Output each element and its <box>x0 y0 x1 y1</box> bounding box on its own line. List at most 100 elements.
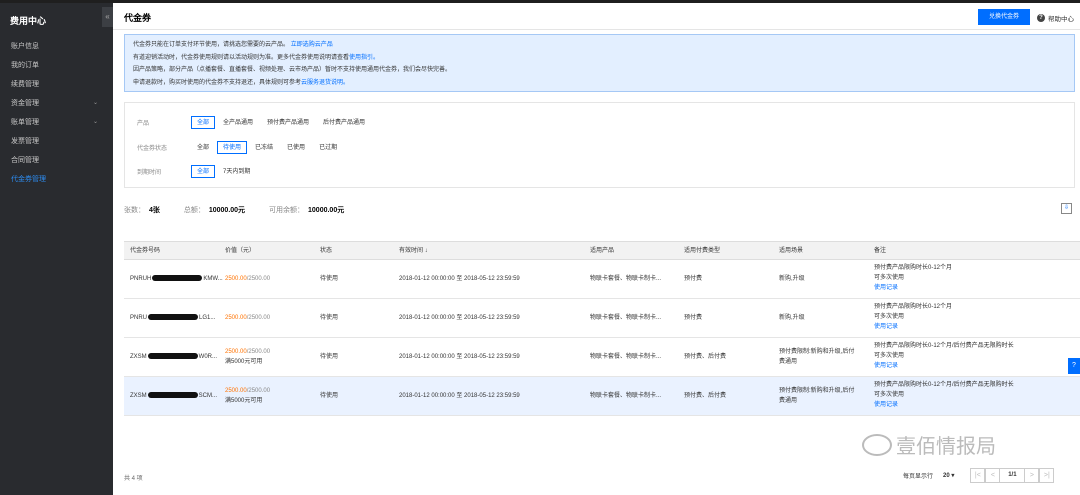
main-content: 代金券 兑换代金券 ? 帮助中心 代金券只能在订单支付环节使用，请挑选您需要的云… <box>113 3 1080 495</box>
notice-line: 代金券只能在订单支付环节使用，请挑选您需要的云产品。 立即选购云产品 <box>133 39 1066 52</box>
next-page-button[interactable]: > <box>1024 467 1040 483</box>
refund-policy-link[interactable]: 云服务退货说明。 <box>301 80 349 86</box>
filter-option[interactable]: 已过期 <box>313 141 343 154</box>
count-value: 4张 <box>149 207 160 214</box>
column-header: 适用付费类型 <box>684 248 721 254</box>
summary-bar: 张数： 4张 总额： 10000.00元 可用余额： 10000.00元 <box>124 205 366 215</box>
sidebar-item-vouchers[interactable]: 代金券管理 <box>0 170 113 189</box>
value-total: /2500.00 <box>246 315 271 321</box>
scene: 预付费限制:新购和升级,后付 <box>779 349 855 355</box>
floating-help-icon[interactable]: ? <box>1068 358 1080 374</box>
available-label: 可用余额： <box>269 207 305 214</box>
filter-row-expiry: 到期时间 全部 7天内到期 <box>137 164 258 178</box>
voucher-code: PNRUH KMW... <box>130 274 223 284</box>
code-suffix: KMW... <box>203 276 223 282</box>
sidebar-title: 费用中心 <box>10 16 47 26</box>
redaction-mask <box>147 353 198 360</box>
buy-products-link[interactable]: 立即选购云产品 <box>291 42 333 48</box>
page-size-select[interactable]: 20 ▾ <box>943 472 954 479</box>
applicable-products: 物联卡套餐、物联卡制卡... <box>590 393 662 399</box>
sidebar-item-renewal[interactable]: 续费管理 <box>0 75 113 94</box>
sidebar-item-bills[interactable]: 账单管理 ⌄ <box>0 113 113 132</box>
applicable-products: 物联卡套餐、物联卡制卡... <box>590 354 662 360</box>
note-line: 预付费产品限购时长0-12个月/后付费产品无限购时长 <box>874 382 1014 388</box>
watermark: 壹佰情报局 <box>862 430 996 459</box>
prev-page-button[interactable]: < <box>985 467 1001 483</box>
usage-record-link[interactable]: 使用记录 <box>874 400 898 410</box>
total-label: 总额： <box>183 207 205 214</box>
voucher-value: 2500.00/2500.00 <box>225 347 270 357</box>
total-count: 共 4 项 <box>124 476 143 482</box>
notice-text: 申请退款时，购买时使用的代金券不支持退还，具体规则可参考 <box>133 79 302 86</box>
filter-option[interactable]: 预付费产品通用 <box>261 116 315 129</box>
sidebar-item-funds[interactable]: 资金管理 ⌄ <box>0 94 113 113</box>
voucher-value: 2500.00/2500.00 <box>225 386 270 396</box>
scene: 新购,升级 <box>779 276 805 282</box>
sidebar-item-label: 续费管理 <box>11 81 39 88</box>
pay-type: 预付费、后付费 <box>684 354 727 360</box>
sidebar-item-contracts[interactable]: 合同管理 <box>0 151 113 170</box>
sidebar-item-my-orders[interactable]: 我的订单 <box>0 56 113 75</box>
column-header: 适用场景 <box>779 248 804 254</box>
help-icon: ? <box>1037 14 1045 22</box>
column-header: 备注 <box>874 248 887 254</box>
voucher-status: 待使用 <box>320 315 339 321</box>
scene: 费通用 <box>779 398 798 404</box>
column-header: 状态 <box>320 248 333 254</box>
pay-type: 预付费、后付费 <box>684 393 727 399</box>
usage-guide-link[interactable]: 使用指引。 <box>349 55 379 61</box>
note-line: 可多次使用 <box>874 392 905 398</box>
filter-option[interactable]: 7天内到期 <box>217 165 256 178</box>
voucher-code: ZXSM W0R... <box>130 352 217 362</box>
filter-option[interactable]: 后付费产品通用 <box>317 116 371 129</box>
filter-option[interactable]: 全产品通用 <box>217 116 259 129</box>
usage-record-link[interactable]: 使用记录 <box>874 322 898 332</box>
valid-time: 2018-01-12 00:00:00 至 2018-05-12 23:59:5… <box>399 276 520 282</box>
usage-record-link[interactable]: 使用记录 <box>874 361 898 371</box>
column-header-sortable[interactable]: 有效时间 ↓ <box>399 242 428 260</box>
chevron-down-icon: ⌄ <box>92 100 98 106</box>
download-icon[interactable]: ⇩ <box>1061 203 1072 214</box>
value-condition: 满5000元可用 <box>225 398 263 404</box>
notice-line: 申请退款时，购买时使用的代金券不支持退还，具体规则可参考云服务退货说明。 <box>133 77 1066 90</box>
scene: 预付费限制:新购和升级,后付 <box>779 388 855 394</box>
sidebar-item-label: 资金管理 <box>11 100 39 107</box>
sidebar-item-invoices[interactable]: 发票管理 <box>0 132 113 151</box>
total-value: 10000.00元 <box>208 207 246 214</box>
filter-option[interactable]: 待使用 <box>217 140 248 154</box>
pay-type: 预付费 <box>684 276 703 282</box>
watermark-text: 壹佰情报局 <box>896 436 996 458</box>
usage-record-link[interactable]: 使用记录 <box>874 283 898 293</box>
sidebar-item-account-info[interactable]: 账户信息 <box>0 37 113 56</box>
filter-option[interactable]: 全部 <box>191 141 215 154</box>
code-prefix: ZXSM <box>130 393 147 399</box>
help-center-link[interactable]: ? 帮助中心 <box>1037 13 1074 23</box>
column-header: 适用产品 <box>590 248 615 254</box>
pay-type: 预付费 <box>684 315 703 321</box>
note-line: 可多次使用 <box>874 353 905 359</box>
voucher-code: PNRU LG1... <box>130 313 215 323</box>
filter-option[interactable]: 已使用 <box>281 141 311 154</box>
watermark-logo-icon <box>862 433 892 456</box>
filter-option[interactable]: 全部 <box>191 164 216 178</box>
notice-text: 因产品策略，部分产品（点播套餐、直播套餐、视频处理、云市场产品）暂时不支持使用通… <box>133 67 452 73</box>
voucher-value: 2500.00/2500.00 <box>225 313 270 323</box>
sidebar-item-label: 账单管理 <box>11 119 39 126</box>
filter-label: 到期时间 <box>137 169 162 176</box>
collapse-icon[interactable]: « <box>102 7 113 27</box>
note-line: 可多次使用 <box>874 314 905 320</box>
first-page-button[interactable]: |< <box>970 467 986 483</box>
code-prefix: PNRUH <box>130 276 152 282</box>
notice-line: 因产品策略，部分产品（点播套餐、直播套餐、视频处理、云市场产品）暂时不支持使用通… <box>133 64 1066 77</box>
value-total: /2500.00 <box>246 388 271 394</box>
scene: 新购,升级 <box>779 315 805 321</box>
filter-label: 代金券状态 <box>137 145 168 152</box>
sidebar-item-label: 账户信息 <box>11 43 39 50</box>
last-page-button[interactable]: >| <box>1039 467 1055 483</box>
value-remaining: 2500.00 <box>225 276 247 282</box>
scene: 费通用 <box>779 359 798 365</box>
filter-option[interactable]: 已冻结 <box>249 141 279 154</box>
filter-option[interactable]: 全部 <box>191 115 216 129</box>
exchange-voucher-button[interactable]: 兑换代金券 <box>978 9 1030 25</box>
code-suffix: LG1... <box>199 315 216 321</box>
